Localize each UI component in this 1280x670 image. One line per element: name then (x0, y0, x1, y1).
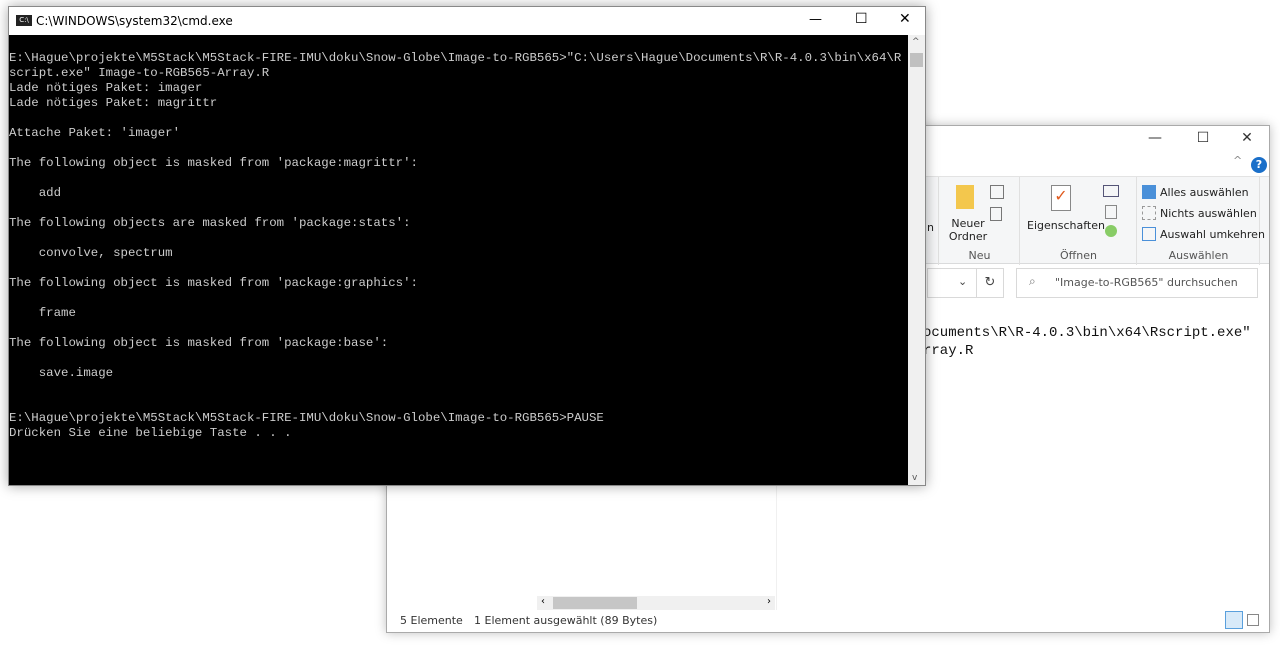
window-title: C:\WINDOWS\system32\cmd.exe (36, 14, 233, 28)
cmd-icon: C:\ (16, 15, 32, 26)
console-line: The following object is masked from 'pac… (9, 276, 418, 290)
select-none-button[interactable]: Nichts auswählen (1160, 207, 1257, 220)
new-folder-button[interactable]: Neuer Ordner (948, 217, 988, 243)
console-line: Attache Paket: 'imager' (9, 126, 181, 140)
select-all-icon (1142, 185, 1156, 199)
edit-icon[interactable] (1105, 205, 1117, 219)
invert-selection-button[interactable]: Auswahl umkehren (1160, 228, 1265, 241)
details-view-icon[interactable] (1225, 611, 1243, 629)
console-line: convolve, spectrum (9, 246, 173, 260)
console-line: The following object is masked from 'pac… (9, 156, 418, 170)
preview-line: ocuments\R\R-4.0.3\bin\x64\Rscript.exe" (923, 325, 1251, 341)
properties-button[interactable]: Eigenschaften (1027, 219, 1105, 232)
open-icon[interactable] (1103, 185, 1119, 197)
new-item-icon[interactable] (990, 207, 1002, 221)
ribbon-partial-label: n (927, 221, 934, 234)
select-none-icon (1142, 206, 1156, 220)
large-icons-view-icon[interactable] (1247, 614, 1259, 626)
copy-path-icon[interactable] (990, 185, 1004, 199)
search-icon: ⌕ (1029, 274, 1036, 288)
refresh-button[interactable]: ↻ (976, 268, 1004, 298)
preview-text: ocuments\R\R-4.0.3\bin\x64\Rscript.exe" r… (923, 324, 1251, 360)
search-placeholder: "Image-to-RGB565" durchsuchen (1055, 276, 1238, 289)
minimize-button[interactable]: — (1135, 130, 1175, 146)
console-line: add (9, 186, 62, 200)
maximize-button[interactable]: ☐ (855, 11, 868, 27)
console-line: save.image (9, 366, 114, 380)
title-bar: C:\ C:\WINDOWS\system32\cmd.exe — ☐ ✕ (9, 7, 925, 35)
search-input[interactable]: ⌕ "Image-to-RGB565" durchsuchen (1016, 268, 1258, 298)
group-auswaehlen: Alles auswählen Nichts auswählen Auswahl… (1138, 177, 1265, 265)
console-line: Drücken Sie eine beliebige Taste . . . (9, 426, 292, 440)
file-pane (535, 486, 777, 610)
horizontal-scrollbar[interactable]: ‹ › (537, 596, 775, 610)
scroll-right-icon[interactable]: › (767, 596, 771, 607)
group-label: Neu (968, 249, 991, 262)
console-line: The following object is masked from 'pac… (9, 336, 389, 350)
properties-icon: ✓ (1051, 185, 1071, 211)
vertical-scrollbar[interactable]: ^ v (908, 35, 925, 485)
console-line: Lade nötiges Paket: magrittr (9, 96, 218, 110)
cmd-window: C:\ C:\WINDOWS\system32\cmd.exe — ☐ ✕ E:… (8, 6, 926, 486)
console-line: frame (9, 306, 76, 320)
console-line: The following objects are masked from 'p… (9, 216, 411, 230)
item-count: 5 Elemente (400, 614, 463, 627)
scroll-left-icon[interactable]: ‹ (541, 596, 545, 607)
select-all-button[interactable]: Alles auswählen (1160, 186, 1249, 199)
folder-icon (956, 185, 974, 209)
history-icon[interactable] (1105, 225, 1117, 237)
group-neu: Neuer Ordner Neu (940, 177, 1020, 265)
group-oeffnen: ✓ Eigenschaften Öffnen (1021, 177, 1137, 265)
scroll-thumb[interactable] (910, 53, 923, 67)
address-dropdown[interactable]: ⌄ (927, 268, 977, 298)
scroll-up-icon[interactable]: ^ (912, 37, 920, 47)
preview-line: rray.R (923, 343, 974, 359)
help-icon[interactable]: ? (1251, 157, 1267, 173)
chevron-down-icon[interactable]: ⌄ (958, 275, 967, 288)
status-bar: 5 Elemente 1 Element ausgewählt (89 Byte… (387, 610, 1269, 632)
scroll-down-icon[interactable]: v (912, 473, 917, 483)
console-line: E:\Hague\projekte\M5Stack\M5Stack-FIRE-I… (9, 411, 604, 425)
scroll-thumb[interactable] (553, 597, 637, 609)
minimize-button[interactable]: — (809, 12, 822, 27)
close-button[interactable]: ✕ (1227, 130, 1267, 146)
group-label: Öffnen (1060, 249, 1097, 262)
console-line: Lade nötiges Paket: imager (9, 81, 203, 95)
close-button[interactable]: ✕ (899, 11, 911, 27)
console-output[interactable]: E:\Hague\projekte\M5Stack\M5Stack-FIRE-I… (9, 51, 911, 441)
console-line: script.exe" Image-to-RGB565-Array.R (9, 66, 270, 80)
group-label: Auswählen (1168, 249, 1229, 262)
console-line: E:\Hague\projekte\M5Stack\M5Stack-FIRE-I… (9, 51, 902, 65)
invert-selection-icon (1142, 227, 1156, 241)
collapse-ribbon-icon[interactable]: ^ (1233, 154, 1242, 167)
selection-info: 1 Element ausgewählt (89 Bytes) (474, 614, 658, 627)
maximize-button[interactable]: ☐ (1183, 130, 1223, 146)
